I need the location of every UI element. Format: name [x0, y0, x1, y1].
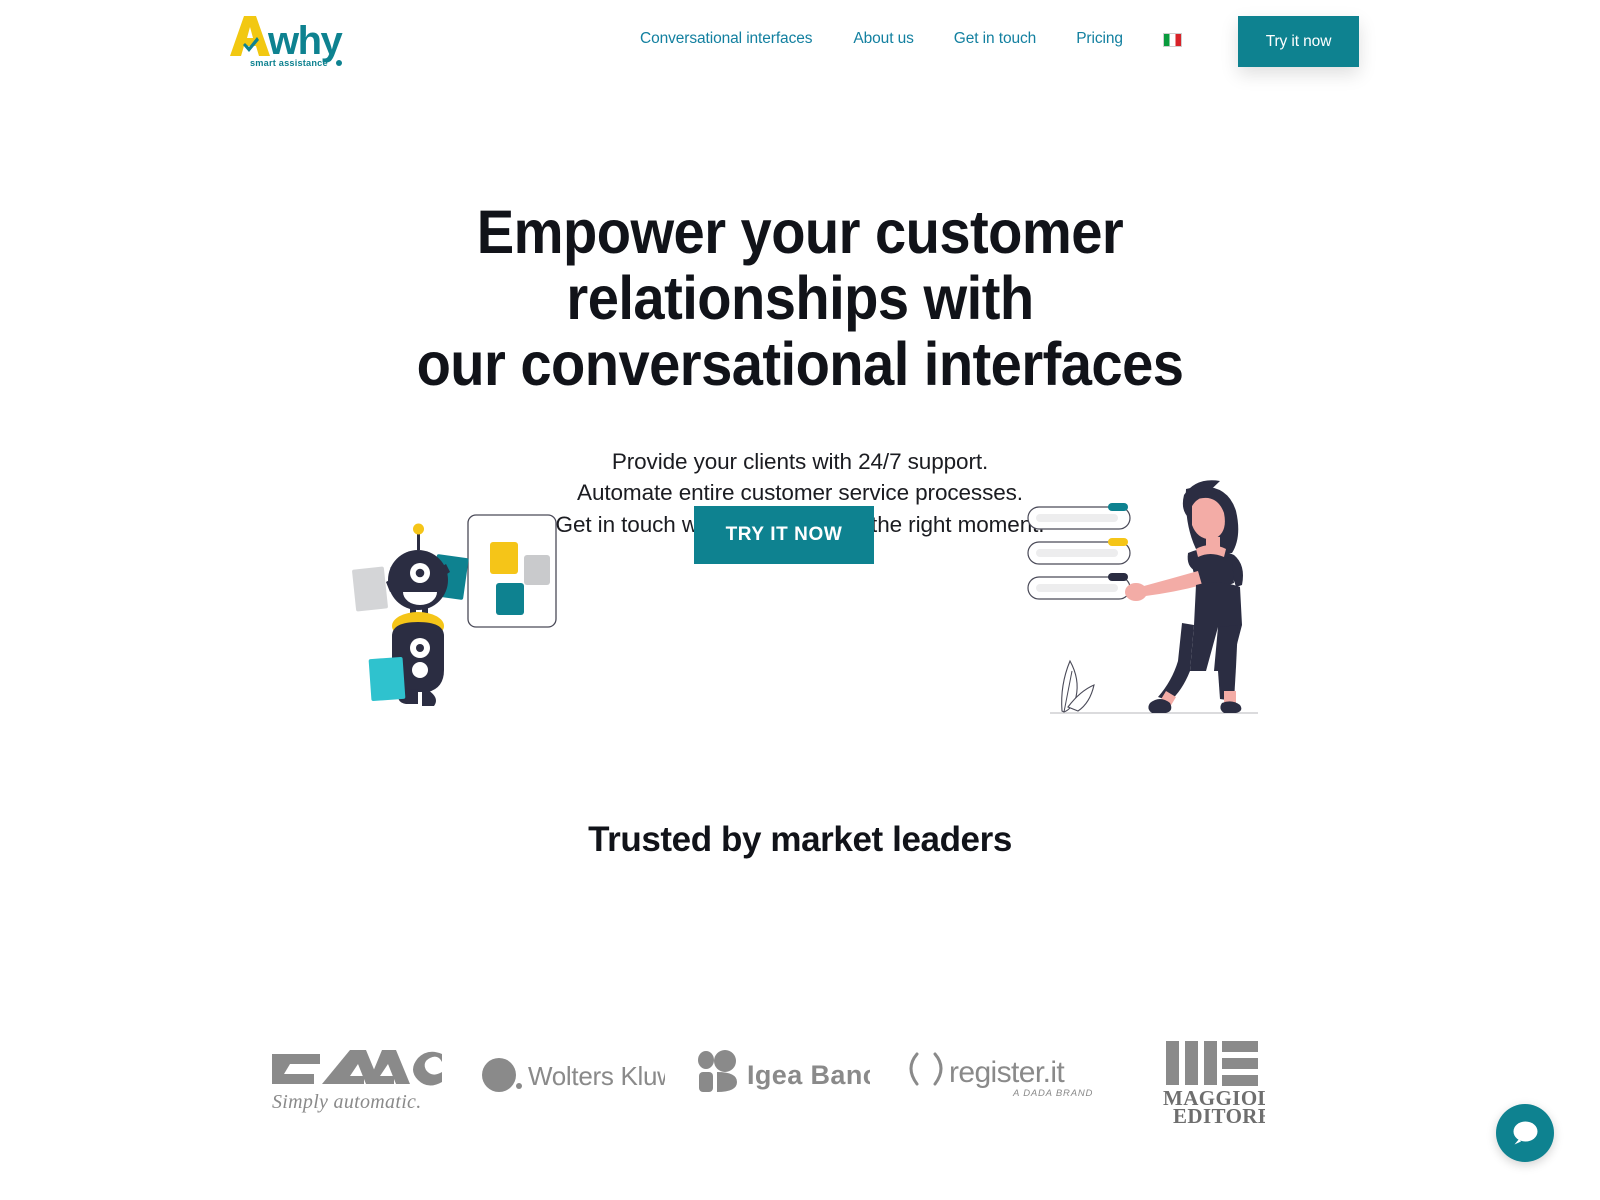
igea-banca-logo-icon: Igea Banca [698, 1050, 894, 1092]
chat-bubble-icon [1513, 1121, 1538, 1145]
woman-selecting-options-illustration [1020, 475, 1265, 720]
hero-try-it-now-button[interactable]: TRY IT NOW [694, 506, 874, 564]
register-it-logo-icon: register.it A DADA BRAND [909, 1052, 1093, 1099]
main-navigation: Conversational interfaces About us Get i… [640, 30, 1182, 48]
maggioli-editore-logo: MAGGIOLI EDITORE [1160, 1033, 1280, 1130]
hero-section: Empower your customer relationships with… [0, 198, 1600, 714]
maggioli-editore-logo-icon: MAGGIOLI EDITORE [1163, 1041, 1280, 1128]
nav-get-in-touch[interactable]: Get in touch [954, 30, 1036, 48]
site-header: why smart assistance Conversational inte… [0, 0, 1600, 84]
nav-pricing[interactable]: Pricing [1076, 30, 1123, 48]
hero-sub-line-2: Automate entire customer service process… [577, 480, 1023, 506]
awhy-logo-icon: why smart assistance [230, 16, 345, 68]
hero-title-line-2: our conversational interfaces [416, 329, 1184, 398]
register-it-tagline: A DADA BRAND [1012, 1088, 1093, 1099]
woman-illustration-svg [1027, 480, 1258, 714]
svg-text:smart assistance: smart assistance [250, 58, 328, 68]
wolters-kluwer-logo-icon: Wolters Kluwer [482, 1058, 699, 1092]
brand-logo[interactable]: why smart assistance [226, 12, 346, 70]
hero-title-line-1: Empower your customer relationships with [476, 198, 1124, 332]
wolters-kluwer-logo: Wolters Kluwer [480, 1053, 699, 1100]
nav-conversational-interfaces[interactable]: Conversational interfaces [640, 30, 813, 48]
faac-logo: Simply automatic. [270, 1036, 445, 1119]
nav-about-us[interactable]: About us [853, 30, 913, 48]
igea-banca-logo: Igea Banca [695, 1050, 894, 1099]
robot-illustration-svg [352, 514, 557, 706]
wolters-kluwer-text: Wolters Kluwer [528, 1061, 665, 1091]
register-it-text: register.it [949, 1056, 1065, 1089]
faac-tagline: Simply automatic. [272, 1091, 422, 1113]
header-try-it-now-button[interactable]: Try it now [1238, 16, 1359, 67]
chat-widget-button[interactable] [1496, 1104, 1554, 1162]
hero-title: Empower your customer relationships with… [322, 198, 1279, 398]
hero-sub-line-1: Provide your clients with 24/7 support. [611, 448, 989, 474]
client-logos-row: Simply automatic. Wolters Kluwer Igea Ba… [245, 1028, 1355, 1128]
trusted-by-heading: Trusted by market leaders [588, 820, 1012, 859]
robot-with-cards-illustration [348, 510, 574, 715]
register-it-logo: register.it A DADA BRAND [905, 1050, 1105, 1105]
editore-text: EDITORE [1173, 1104, 1265, 1125]
svg-text:why: why [267, 19, 344, 63]
it-flag-icon[interactable] [1162, 33, 1182, 47]
igea-banca-text: Igea Banca [747, 1060, 870, 1090]
faac-logo-icon: Simply automatic. [272, 1050, 442, 1113]
